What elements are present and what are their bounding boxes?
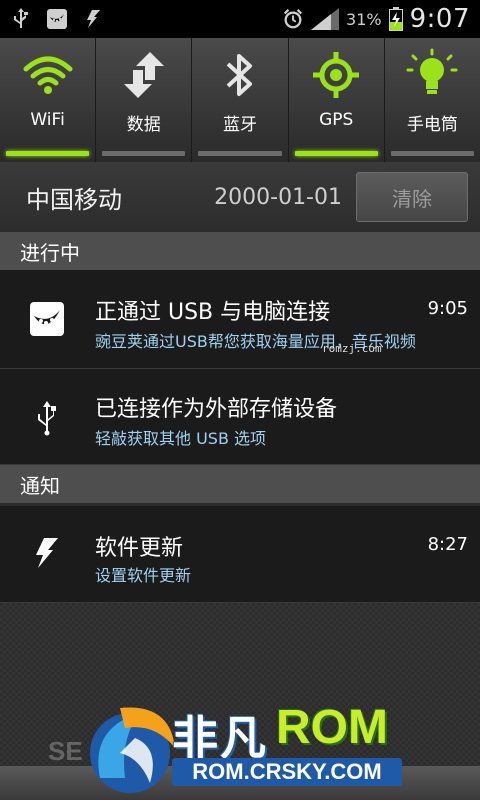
battery-percent: 31%	[346, 9, 382, 29]
usb-icon	[10, 7, 32, 31]
data-icon	[122, 50, 166, 104]
wandoujia-icon	[28, 300, 66, 338]
toggle-bluetooth[interactable]: 蓝牙	[192, 38, 289, 162]
toggle-label: WiFi	[30, 110, 65, 130]
software-update-icon	[82, 7, 104, 31]
carrier-row: 中国移动 2000-01-01 清除	[0, 162, 480, 232]
gps-icon	[311, 50, 361, 104]
quick-settings-panel: WiFi 数据 蓝牙 GPS 手电筒	[0, 38, 480, 163]
ghost-watermark-text: SE	[48, 736, 83, 766]
toggle-indicator	[198, 151, 282, 156]
clock: 9:07	[409, 4, 470, 34]
section-title: 进行中	[20, 240, 80, 265]
carrier-name: 中国移动	[26, 185, 122, 214]
notification-usb-storage[interactable]: 已连接作为外部存储设备 轻敲获取其他 USB 选项	[0, 369, 480, 465]
logo-text-rom: ROM	[276, 701, 388, 754]
toggle-data[interactable]: 数据	[96, 38, 193, 162]
toggle-indicator	[294, 151, 378, 156]
toggle-indicator	[102, 151, 186, 156]
notification-title: 已连接作为外部存储设备	[95, 397, 338, 422]
notification-subtitle: 豌豆荚通过USB帮您获取海量应用，音乐视频	[95, 332, 416, 351]
signal-icon	[310, 7, 340, 31]
notification-title: 正通过 USB 与电脑连接	[95, 300, 331, 325]
toggle-label: 数据	[126, 115, 161, 135]
romzj-watermark: romzj.com	[322, 342, 382, 355]
wifi-icon	[23, 55, 73, 99]
section-header-ongoing: 进行中	[0, 232, 480, 270]
notification-usb-connection[interactable]: 正通过 USB 与电脑连接 豌豆荚通过USB帮您获取海量应用，音乐视频 9:05	[0, 270, 480, 369]
toggle-label: 蓝牙	[223, 115, 257, 135]
clear-button[interactable]: 清除	[356, 172, 468, 222]
flashlight-icon	[405, 48, 459, 106]
notification-time: 8:27	[427, 534, 468, 555]
bluetooth-icon	[224, 50, 256, 104]
crsky-logo-mark-icon	[90, 707, 175, 793]
date-label: 2000-01-01	[214, 184, 342, 210]
notification-title: 软件更新	[95, 536, 184, 561]
section-header-notifications: 通知	[0, 465, 480, 503]
notification-subtitle: 设置软件更新	[95, 566, 192, 585]
notification-time: 9:05	[427, 298, 468, 319]
software-update-icon	[28, 534, 66, 572]
crsky-logo: 非凡 ROM ROM.CRSKY.COM	[80, 698, 410, 798]
toggle-wifi[interactable]: WiFi	[0, 38, 97, 162]
wandoujia-icon	[46, 7, 68, 31]
status-bar: 31% 9:07	[0, 0, 480, 38]
battery-charging-icon	[388, 7, 404, 31]
toggle-gps[interactable]: GPS	[289, 38, 385, 162]
notification-software-update[interactable]: 软件更新 设置软件更新 8:27	[0, 506, 480, 603]
toggle-flashlight[interactable]: 手电筒	[385, 38, 480, 162]
toggle-indicator	[390, 151, 475, 156]
notification-subtitle: 轻敲获取其他 USB 选项	[95, 429, 267, 448]
alarm-icon	[282, 7, 304, 31]
toggle-label: 手电筒	[406, 115, 458, 135]
logo-url: ROM.CRSKY.COM	[172, 758, 402, 786]
section-title: 通知	[20, 473, 60, 498]
toggle-indicator	[6, 151, 90, 156]
usb-icon	[28, 399, 66, 437]
toggle-label: GPS	[319, 110, 354, 130]
